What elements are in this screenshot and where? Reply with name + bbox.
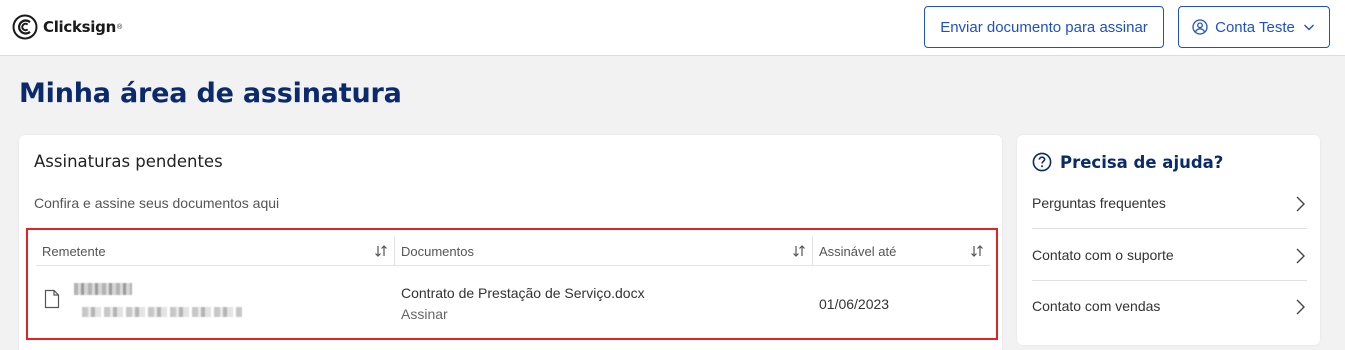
document-name[interactable]: Contrato de Prestação de Serviço.docx <box>401 285 645 301</box>
column-header-deadline-label: Assinável até <box>819 243 897 259</box>
help-item-faq[interactable]: Perguntas frequentes <box>1032 177 1307 229</box>
column-header-sender[interactable]: Remetente <box>36 236 394 266</box>
send-document-button[interactable]: Enviar documento para assinar <box>924 6 1164 48</box>
account-name: Conta Teste <box>1215 18 1295 36</box>
page-title: Minha área de assinatura <box>19 78 402 109</box>
brand-registered-mark: ® <box>116 23 123 31</box>
question-circle-icon <box>1032 152 1052 172</box>
help-item-support-label: Contato com o suporte <box>1032 247 1174 263</box>
column-header-documents[interactable]: Documentos <box>395 236 812 266</box>
table-header: Remetente Documentos Assinável até <box>36 236 990 266</box>
sign-action-link[interactable]: Assinar <box>401 306 448 322</box>
column-header-sender-label: Remetente <box>42 243 106 259</box>
help-title: Precisa de ajuda? <box>1032 152 1223 172</box>
column-header-documents-label: Documentos <box>401 243 474 259</box>
help-item-support[interactable]: Contato com o suporte <box>1032 229 1307 281</box>
sort-icon[interactable] <box>970 244 984 258</box>
help-card: Precisa de ajuda? Perguntas frequentes C… <box>1017 135 1320 345</box>
chevron-right-icon <box>1296 196 1305 212</box>
help-item-sales[interactable]: Contato com vendas <box>1032 280 1307 332</box>
pending-documents-table: Remetente Documentos Assinável até Contr… <box>26 228 998 340</box>
pending-signatures-title: Assinaturas pendentes <box>34 152 223 171</box>
chevron-down-icon <box>1303 24 1314 31</box>
sort-icon[interactable] <box>792 244 806 258</box>
account-menu-button[interactable]: Conta Teste <box>1178 6 1330 48</box>
help-title-label: Precisa de ajuda? <box>1060 152 1224 172</box>
help-item-faq-label: Perguntas frequentes <box>1032 195 1166 211</box>
column-header-deadline[interactable]: Assinável até <box>813 236 990 266</box>
brand-name: Clicksign <box>43 18 116 36</box>
clicksign-logo-icon <box>12 14 38 40</box>
sender-name-redacted <box>74 283 132 295</box>
user-circle-icon <box>1192 19 1208 35</box>
pending-signatures-subtitle: Confira e assine seus documentos aqui <box>34 195 280 211</box>
help-item-sales-label: Contato com vendas <box>1032 298 1161 314</box>
sort-icon[interactable] <box>374 244 388 258</box>
table-row[interactable]: Contrato de Prestação de Serviço.docx As… <box>36 267 990 337</box>
document-file-icon <box>44 289 60 309</box>
sender-email-redacted <box>82 307 242 317</box>
chevron-right-icon <box>1296 299 1305 315</box>
clicksign-logo[interactable]: Clicksign ® <box>12 14 122 40</box>
chevron-right-icon <box>1296 248 1305 264</box>
top-bar: Clicksign ® Enviar documento para assina… <box>0 0 1345 56</box>
deadline-date: 01/06/2023 <box>819 296 890 312</box>
